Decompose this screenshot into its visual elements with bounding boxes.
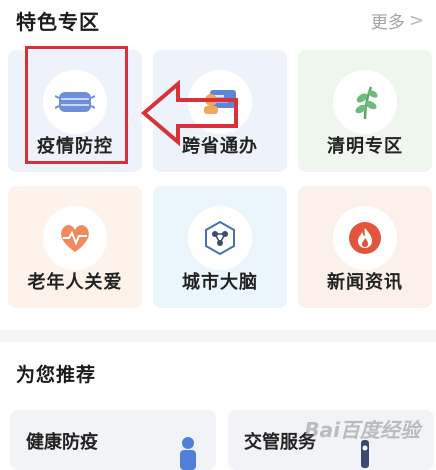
icon-circle — [43, 206, 107, 270]
special-zone-header: 特色专区 更多 > — [0, 0, 436, 44]
grid-item-elderly-care[interactable]: 老年人关爱 — [8, 186, 142, 308]
grid-item-label: 城市大脑 — [182, 272, 258, 293]
icon-circle — [333, 70, 397, 134]
section-title: 特色专区 — [16, 10, 100, 34]
leaf-icon — [355, 86, 378, 120]
grid-item-cross-province[interactable]: 跨省通办 — [153, 50, 287, 172]
id-card-icon — [204, 90, 236, 114]
more-link[interactable]: 更多 > — [371, 8, 424, 33]
chevron-right-icon: > — [408, 10, 424, 31]
person-icon — [180, 437, 196, 470]
grid-item-label: 清明专区 — [327, 136, 403, 157]
flame-icon — [349, 222, 381, 254]
grid-item-label: 新闻资讯 — [327, 272, 403, 293]
grid-item-label: 跨省通办 — [182, 136, 258, 157]
recommend-title: 为您推荐 — [16, 364, 97, 386]
grid-item-city-brain[interactable]: 城市大脑 — [153, 186, 287, 308]
grid-item-epidemic-control[interactable]: 疫情防控 — [8, 50, 142, 172]
heart-pulse-icon — [61, 225, 89, 252]
icon-circle — [333, 206, 397, 270]
section-divider — [0, 330, 436, 342]
more-label: 更多 — [370, 13, 405, 33]
recommend-item-label: 健康防疫 — [26, 432, 98, 453]
grid-item-news[interactable]: 新闻资讯 — [298, 186, 432, 308]
icon-circle — [188, 206, 252, 270]
traffic-icon — [361, 440, 369, 468]
grid-item-qingming[interactable]: 清明专区 — [298, 50, 432, 172]
icon-circle — [43, 70, 107, 134]
brain-chip-icon — [205, 220, 235, 256]
watermark: Bai百度经验 — [304, 418, 420, 442]
grid-item-label: 老年人关爱 — [27, 272, 123, 293]
icon-circle — [188, 70, 252, 134]
grid-item-label: 疫情防控 — [37, 136, 113, 157]
recommend-item-health[interactable]: 健康防疫 — [10, 410, 216, 470]
mask-icon — [55, 92, 95, 112]
